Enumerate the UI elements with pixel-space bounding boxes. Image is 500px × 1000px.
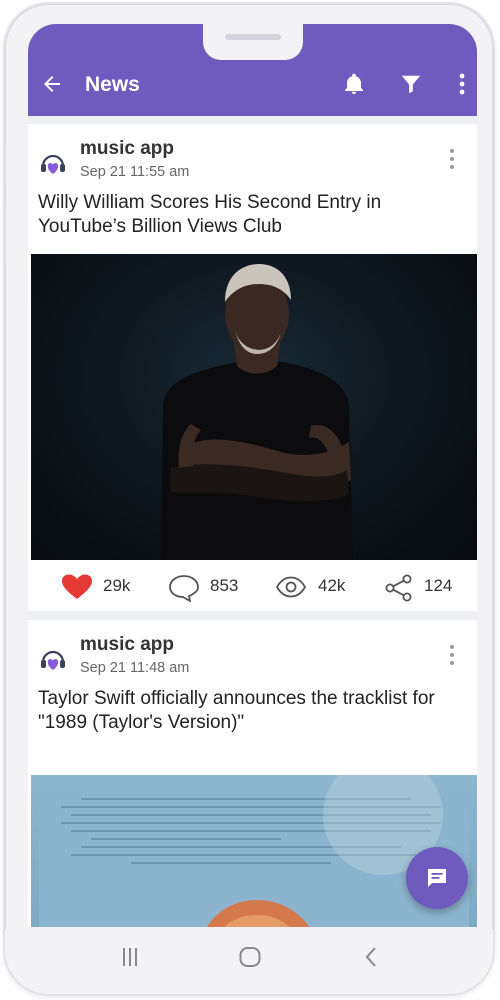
post-date: Sep 21 11:55 am [80, 164, 190, 180]
app-screen: News music app Sep 21 11:55 am Willy Wil… [28, 24, 477, 927]
comment-count: 853 [210, 576, 239, 595]
arrow-left-icon[interactable] [40, 72, 64, 96]
chat-icon [428, 869, 446, 887]
share-stat[interactable]: 124 [385, 566, 477, 606]
post-source: music app [80, 634, 174, 655]
phone-frame: News music app Sep 21 11:55 am Willy Wil… [3, 2, 495, 996]
system-nav-bar [5, 930, 493, 994]
music-app-logo-icon [41, 650, 65, 670]
like-count: 29k [103, 576, 131, 595]
post-image[interactable] [31, 254, 477, 560]
post-date: Sep 21 11:48 am [80, 660, 190, 676]
chat-fab-button[interactable] [406, 847, 468, 909]
volume-button [5, 144, 6, 184]
post-stats: 29k 853 42k 124 [28, 566, 477, 606]
post-headline[interactable]: Taylor Swift officially announces the tr… [38, 687, 458, 734]
power-button [494, 184, 495, 254]
back-icon[interactable] [359, 944, 385, 970]
volume-button [5, 204, 6, 264]
news-card[interactable]: music app Sep 21 11:55 am Willy William … [28, 124, 477, 611]
post-headline[interactable]: Willy William Scores His Second Entry in… [38, 191, 458, 238]
comment-stat[interactable]: 853 [168, 566, 268, 606]
more-vertical-icon[interactable] [446, 644, 458, 666]
eye-icon [275, 576, 307, 598]
post-image[interactable] [31, 775, 477, 927]
album-cover-image [39, 775, 469, 927]
home-icon[interactable] [237, 944, 263, 970]
view-count: 42k [318, 576, 346, 595]
share-count: 124 [424, 576, 453, 595]
view-stat: 42k [275, 566, 375, 606]
more-vertical-icon[interactable] [453, 73, 471, 95]
man-portrait-image [161, 264, 353, 560]
filter-icon[interactable] [400, 73, 422, 95]
like-stat[interactable]: 29k [61, 566, 161, 606]
camera-notch [203, 24, 303, 60]
share-icon[interactable] [385, 574, 413, 602]
page-title: News [85, 73, 140, 96]
bell-icon[interactable] [342, 72, 366, 96]
comment-icon[interactable] [168, 574, 200, 602]
post-source: music app [80, 138, 174, 159]
heart-icon[interactable] [61, 574, 93, 600]
recents-icon[interactable] [117, 944, 143, 970]
music-app-logo-icon [41, 154, 65, 174]
more-vertical-icon[interactable] [446, 148, 458, 170]
